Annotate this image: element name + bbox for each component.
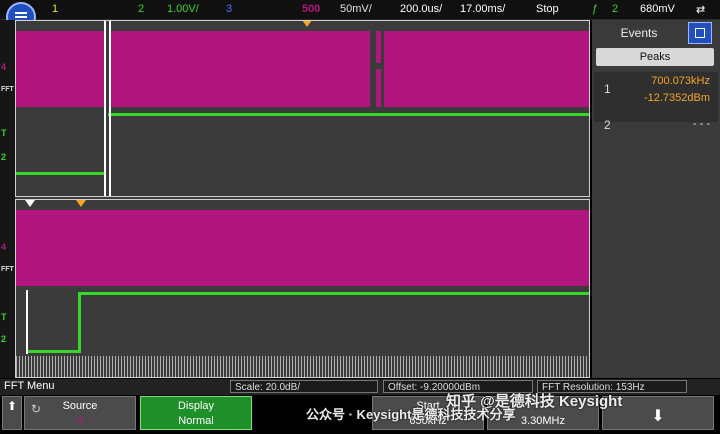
trigger-channel: 2 — [612, 3, 619, 15]
status-bar: 1 2 1.00V/ 3 500 50mV/ 200.0us/ 17.00ms/… — [0, 0, 720, 32]
ch4-marker[interactable]: 4 — [1, 62, 6, 72]
ch2-indicator[interactable]: 2 — [138, 3, 144, 15]
zoom-cursor[interactable] — [26, 290, 28, 354]
ch2-zoom-trace-high — [80, 292, 589, 295]
trigger-zoom-marker[interactable]: T — [1, 312, 7, 322]
peak-2-value: - - - — [692, 118, 710, 130]
trigger-zoom-icon — [76, 200, 86, 207]
source-label: Source — [62, 400, 98, 412]
rotate-knob-icon: ↻ — [31, 402, 42, 416]
ch4-scale: 50mV/ — [340, 3, 372, 15]
fft-marker: FFT — [1, 86, 14, 93]
ch4-zoom-marker[interactable]: 4 — [1, 242, 6, 252]
fft-trace — [384, 31, 589, 107]
run-state[interactable]: Stop — [536, 3, 559, 15]
zoom-waveform-panel[interactable] — [15, 199, 590, 378]
main-waveform-panel[interactable] — [15, 20, 590, 197]
peak-1-frequency: 700.073kHz — [651, 75, 710, 87]
channel-marker-strip: 4 FFT T 2 4 FFT T 2 — [0, 20, 15, 378]
fft-trace — [376, 69, 381, 107]
panel-menu-button[interactable] — [688, 22, 712, 44]
peak-1-row: 1 700.073kHz -12.7352dBm — [594, 72, 718, 122]
ch2-trace-low — [16, 172, 104, 175]
fft-trace — [110, 31, 370, 107]
source-value: 4 — [76, 415, 84, 427]
fft-zoom-trace — [16, 210, 589, 286]
trigger-marker[interactable]: T — [1, 128, 7, 138]
peak-2-index: 2 — [604, 118, 611, 132]
trigger-position-icon — [302, 21, 312, 27]
panel-title[interactable]: Events — [598, 23, 680, 43]
scale-readout: Scale: 20.0dB/ — [230, 380, 378, 393]
trigger-level: 680mV — [640, 3, 675, 15]
ch2-zoom-trace-low — [26, 350, 78, 353]
display-softkey[interactable]: Display Normal — [140, 396, 252, 430]
ch3-indicator[interactable]: 3 — [226, 3, 232, 15]
timebase: 200.0us/ — [400, 3, 443, 15]
zoom-window-left[interactable] — [104, 21, 106, 196]
side-panel: Events Peaks 1 700.073kHz -12.7352dBm 2 … — [592, 20, 720, 378]
menu-title: FFT Menu — [4, 380, 55, 392]
swap-icon[interactable]: ⇄ — [696, 3, 705, 16]
waveform-display[interactable] — [15, 20, 590, 378]
display-value: Normal — [178, 415, 214, 427]
source-softkey[interactable]: ↻ Source 4 — [24, 396, 136, 430]
ch2-zoom-marker[interactable]: 2 — [1, 334, 6, 344]
back-button[interactable]: ⬆ — [2, 396, 22, 430]
peaks-button[interactable]: Peaks — [596, 48, 714, 66]
ch2-scale: 1.00V/ — [167, 3, 199, 15]
panel-icon — [695, 28, 705, 38]
peak-1-amplitude: -12.7352dBm — [643, 92, 710, 104]
zoom-window-right[interactable] — [109, 21, 111, 196]
fft-trace — [16, 31, 104, 107]
down-arrow-icon: ⬇ — [651, 408, 665, 425]
fft-zoom-marker: FFT — [1, 266, 14, 273]
ch2-trace-high — [108, 113, 589, 116]
delay: 17.00ms/ — [460, 3, 506, 15]
delay-marker-icon — [25, 200, 35, 207]
trigger-edge-icon: ƒ — [592, 3, 599, 15]
noise-floor — [16, 356, 589, 377]
fft-trace — [376, 31, 381, 63]
peak-1-index: 1 — [604, 82, 611, 96]
ch2-zoom-edge — [78, 292, 81, 353]
ch4-indicator[interactable]: 500 — [302, 3, 320, 15]
wechat-watermark: 公众号 · Keysight是德科技技术分享 — [306, 407, 516, 422]
up-arrow-icon: ⬆ — [6, 399, 18, 413]
ch2-marker[interactable]: 2 — [1, 152, 6, 162]
ch1-indicator[interactable]: 1 — [52, 3, 58, 15]
display-label: Display — [177, 400, 215, 412]
